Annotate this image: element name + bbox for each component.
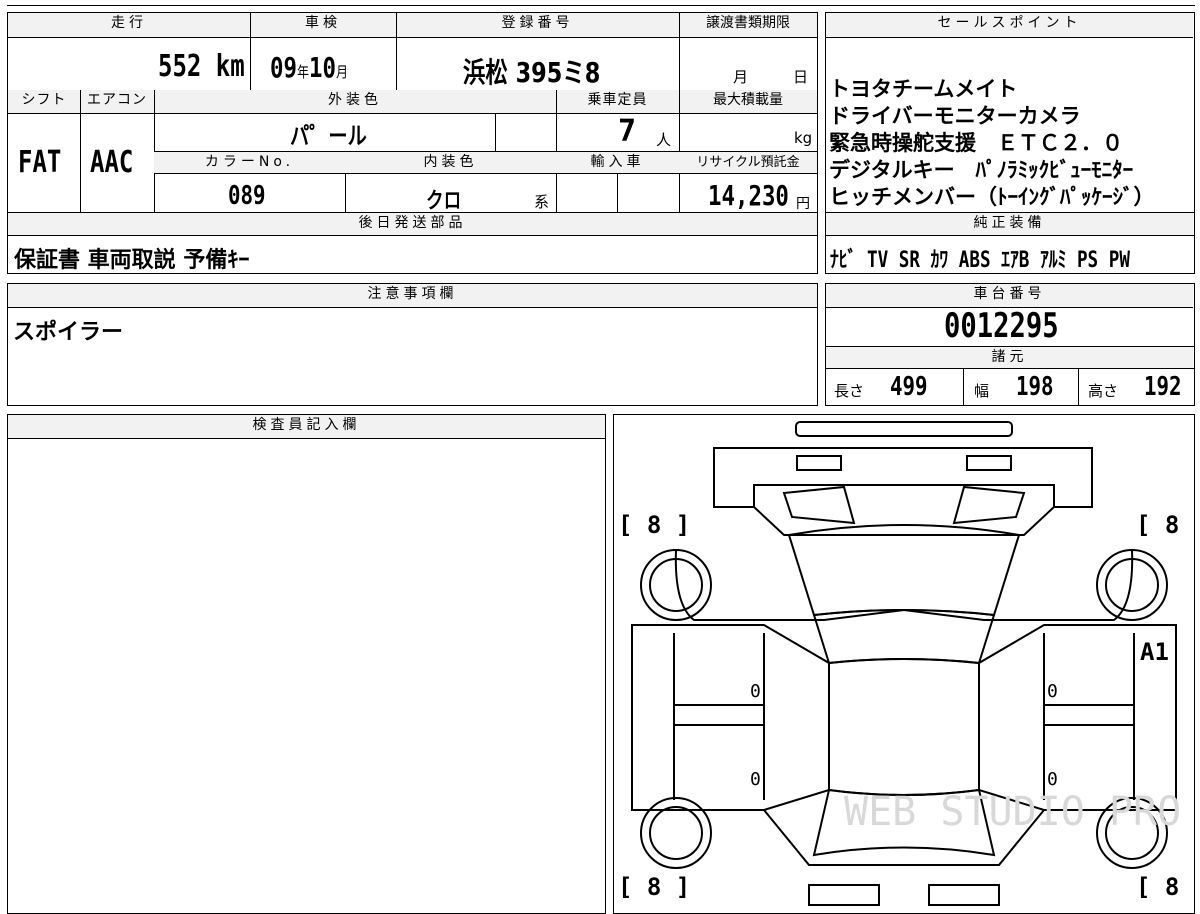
shift-value: FAT (18, 145, 62, 180)
transfer-day-unit: 日 (793, 68, 809, 86)
ac-value: AAC (90, 145, 134, 180)
car-diagram: WEB STUDIO PRO [ 8 ] [ 8 ] [ 8 ] [ 8 ] A… (613, 414, 1195, 914)
length-label: 長さ (834, 382, 865, 400)
transfer-month-unit: 月 (733, 68, 749, 86)
dims-label: 諸元 (826, 347, 1193, 368)
interior-suffix: 系 (534, 193, 550, 211)
top-edge-sliver (7, 0, 1195, 6)
interior-label: 内装色 (345, 152, 556, 173)
height-label: 高さ (1088, 382, 1119, 400)
equipment-label: 純正装備 (826, 213, 1193, 235)
chassis-label: 車台番号 (826, 284, 1193, 308)
capacity-value: 7 (618, 114, 637, 149)
panel-mark-right-rear: 0 (1047, 681, 1058, 702)
notes-value: スポイラー (13, 320, 124, 345)
tire-front-left: [ 8 ] (618, 873, 690, 901)
recycle-label: リサイクル預託金 (679, 152, 817, 173)
height-value: 192 (1144, 372, 1182, 402)
top-info-block: 走行 車検 登録番号 譲渡書類期限 552 km 09年10月 浜松 395ミ8… (7, 12, 818, 274)
recycle-unit: 円 (796, 196, 810, 212)
inspection-date: 09年10月 (270, 51, 348, 84)
sales-points-block: セールスポイント トヨタチームメイト ドライバーモニターカメラ 緊急時操舵支援 … (825, 12, 1195, 274)
exterior-label: 外装色 (154, 90, 556, 113)
load-unit: kg (794, 129, 813, 147)
sales-point-4: デジタルキー ﾊﾟﾉﾗﾐｯｸﾋﾞｭｰﾓﾆﾀｰ (829, 158, 1134, 182)
length-value: 499 (890, 372, 928, 402)
later-items-value: 保証書 車両取説 予備ｷｰ (14, 248, 250, 273)
capacity-label: 乗車定員 (556, 90, 679, 113)
sales-point-2: ドライバーモニターカメラ (829, 104, 1081, 128)
panel-mark-left-rear: 0 (750, 681, 761, 702)
import-label: 輸入車 (556, 152, 679, 173)
sales-point-1: トヨタチームメイト (829, 77, 1018, 101)
sales-points-label: セールスポイント (826, 13, 1193, 38)
tire-rear-right: [ 8 ] (1136, 511, 1194, 539)
width-value: 198 (1016, 372, 1054, 402)
chassis-block: 車台番号 0012295 諸元 長さ 499 幅 198 高さ 192 (825, 283, 1195, 406)
inspection-label: 車検 (250, 13, 396, 37)
equipment-value: ﾅﾋﾞ TV SR ｶﾜ ABS ｴｱB ｱﾙﾐ PS PW (830, 248, 1130, 273)
transfer-label: 譲渡書類期限 (679, 13, 817, 37)
inspector-block: 検査員記入欄 (7, 414, 606, 914)
mileage-label: 走行 (8, 13, 250, 37)
sales-point-5: ヒッチメンバー（ﾄｰｲﾝｸﾞﾊﾟｯｹｰｼﾞ） (829, 185, 1155, 209)
diagram-watermark: WEB STUDIO PRO (844, 789, 1181, 835)
registration-value: 浜松 395ミ8 (463, 56, 601, 89)
exterior-value: パ゜ール (290, 122, 367, 150)
later-items-label: 後日発送部品 (8, 213, 817, 235)
car-diagram-svg: WEB STUDIO PRO [ 8 ] [ 8 ] [ 8 ] [ 8 ] A… (618, 421, 1194, 906)
capacity-unit: 人 (656, 131, 672, 149)
sales-point-3: 緊急時操舵支援 ＥＴＣ２．０ (829, 131, 1123, 155)
inspector-label: 検査員記入欄 (8, 415, 605, 439)
mileage-value: 552 km (158, 49, 245, 84)
notes-block: 注意事項欄 スポイラー (7, 283, 818, 406)
color-no-label: カラーNo. (154, 152, 345, 173)
damage-mark-a1: A1 (1140, 638, 1169, 666)
tire-rear-left: [ 8 ] (618, 511, 690, 539)
shift-label: シフト (8, 90, 80, 113)
color-no-value: 089 (228, 181, 266, 211)
interior-value: クロ (426, 189, 462, 214)
panel-mark-left-front: 0 (750, 769, 761, 790)
tire-front-right: [ 8 ] (1136, 873, 1194, 901)
recycle-value: 14,230 (708, 179, 789, 212)
notes-label: 注意事項欄 (8, 284, 817, 308)
registration-label: 登録番号 (396, 13, 679, 37)
width-label: 幅 (974, 382, 990, 400)
chassis-value: 0012295 (944, 306, 1059, 346)
ac-label: エアコン (80, 90, 154, 113)
panel-mark-right-front: 0 (1047, 769, 1058, 790)
load-label: 最大積載量 (679, 90, 817, 113)
